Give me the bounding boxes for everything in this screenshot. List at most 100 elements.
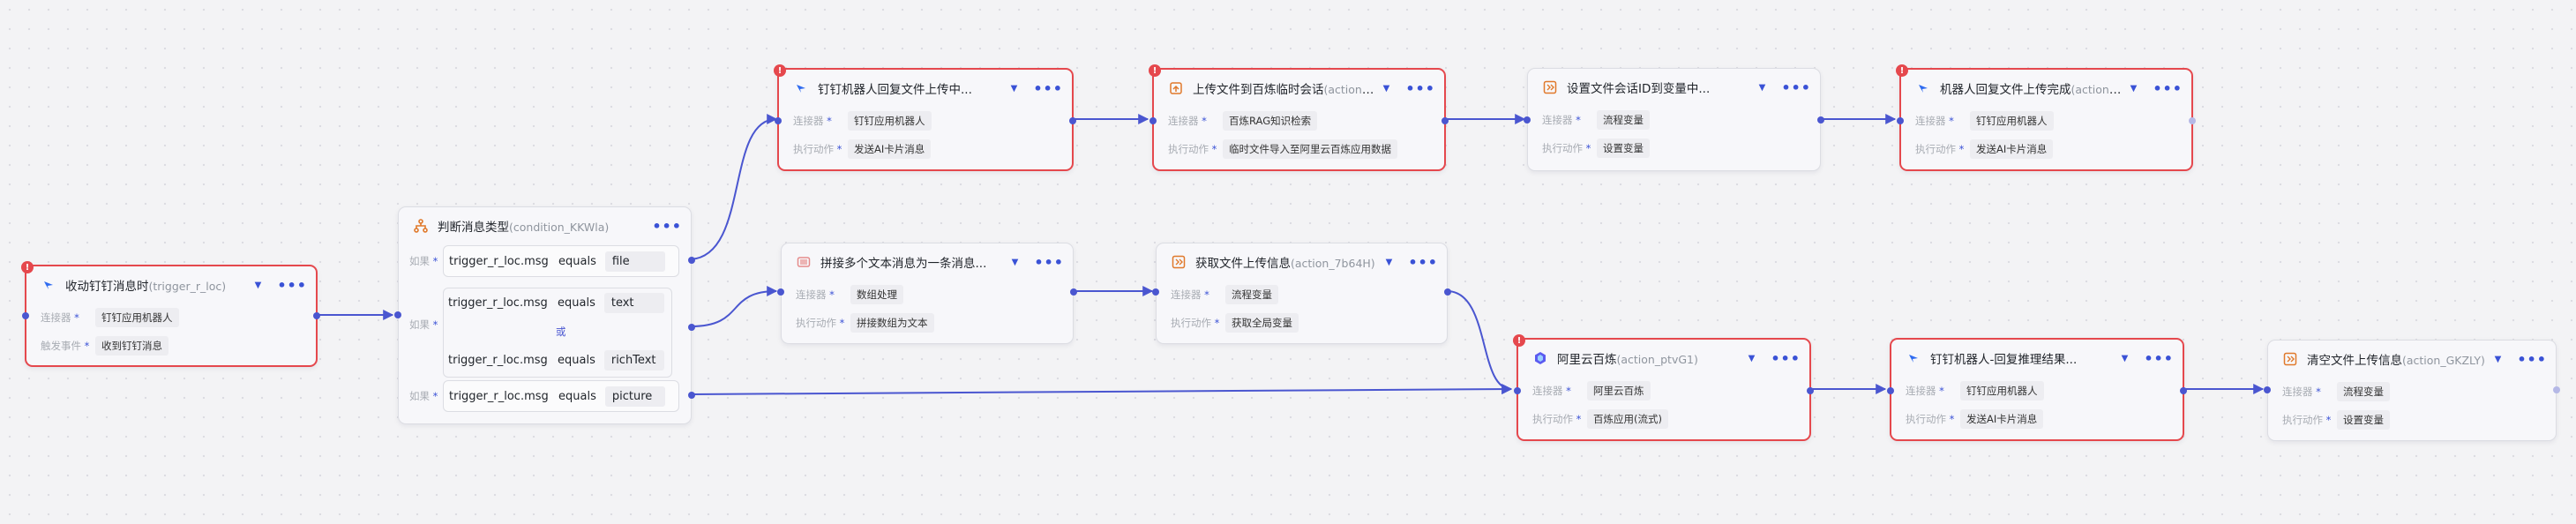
more-icon[interactable]: •••	[1408, 254, 1438, 271]
connector-value[interactable]: 钉钉应用机器人	[1960, 381, 2044, 400]
input-port[interactable]	[22, 312, 29, 319]
output-port[interactable]	[1070, 288, 1077, 296]
connector-value[interactable]: 阿里云百炼	[1587, 381, 1651, 400]
more-icon[interactable]: •••	[277, 277, 307, 294]
row-label: 连接器	[793, 115, 824, 127]
input-port[interactable]	[1897, 117, 1904, 124]
chevron-down-icon[interactable]: ▼	[2122, 354, 2129, 363]
output-port[interactable]	[1442, 117, 1449, 124]
action-value[interactable]: 发送AI卡片消息	[1970, 139, 2054, 159]
node-bot-reply-done[interactable]: ! 机器人回复文件上传完成(action_FxtFz) ▼ ••• 连接器 *钉…	[1896, 64, 2196, 171]
output-port[interactable]	[1807, 387, 1814, 394]
output-port[interactable]	[1444, 288, 1451, 296]
bailian-icon	[1532, 350, 1548, 366]
output-port-text[interactable]	[688, 324, 695, 331]
connector-value[interactable]: 钉钉应用机器人	[1970, 111, 2054, 131]
condition-rule-text[interactable]: trigger_r_loc.msg equals text	[443, 288, 678, 318]
node-id: (condition_KKWla)	[509, 221, 610, 234]
output-port[interactable]	[313, 312, 320, 319]
node-trigger[interactable]: ! 收动钉钉消息时(trigger_r_loc) ▼ ••• 连接器 * 钉钉应用…	[21, 261, 320, 367]
edge-file-reply	[690, 114, 778, 260]
node-title: 阿里云百炼	[1557, 353, 1617, 367]
row-label: 连接器	[1906, 385, 1936, 397]
more-icon[interactable]: •••	[652, 218, 682, 235]
condition-rule-file[interactable]: trigger_r_loc.msg equals file	[443, 245, 679, 277]
more-icon[interactable]: •••	[2144, 350, 2174, 367]
row-label: 执行动作	[1542, 142, 1583, 154]
connector-value[interactable]: 流程变量	[2337, 382, 2390, 401]
chevron-down-icon[interactable]: ▼	[1749, 354, 1756, 363]
node-condition[interactable]: 判断消息类型(condition_KKWla) ••• 如果 * trigger…	[394, 206, 695, 424]
input-port[interactable]	[1887, 387, 1894, 394]
action-value[interactable]: 百炼应用(流式)	[1587, 409, 1668, 429]
row-label: 执行动作	[2282, 414, 2323, 426]
input-port[interactable]	[1514, 387, 1521, 394]
more-icon[interactable]: •••	[1034, 254, 1064, 271]
input-port[interactable]	[1152, 288, 1159, 296]
more-icon[interactable]: •••	[2517, 351, 2547, 368]
node-dd-reply-result[interactable]: 钉钉机器人-回复推理结果... ▼ ••• 连接器 * 钉钉应用机器人 执行动作 …	[1887, 338, 2187, 441]
connector-value[interactable]: 流程变量	[1225, 285, 1278, 304]
chevron-down-icon[interactable]: ▼	[1012, 258, 1019, 267]
condition-rule-picture[interactable]: trigger_r_loc.msg equals picture	[443, 380, 679, 412]
row-label: 连接器	[1168, 115, 1199, 127]
output-port[interactable]	[2553, 386, 2560, 393]
cond-op: equals	[558, 353, 595, 367]
node-get-upload-info[interactable]: 获取文件上传信息(action_7b64H) ▼ ••• 连接器 * 流程变量 执…	[1152, 243, 1451, 344]
output-port[interactable]	[1069, 117, 1076, 124]
or-label: 或	[556, 326, 566, 338]
node-aliyun-bailian[interactable]: ! 阿里云百炼(action_ptvG1) ▼ ••• 连接器 * 阿里云百炼 执…	[1513, 334, 1814, 441]
connector-value[interactable]: 流程变量	[1597, 110, 1650, 130]
action-value[interactable]: 发送AI卡片消息	[848, 139, 932, 159]
output-port-file[interactable]	[688, 257, 695, 264]
chevron-down-icon[interactable]: ▼	[2130, 84, 2138, 94]
action-value[interactable]: 设置变量	[2337, 410, 2390, 430]
more-icon[interactable]: •••	[1033, 80, 1063, 97]
node-title: 收动钉钉消息时	[65, 280, 149, 294]
chevron-down-icon[interactable]: ▼	[1386, 258, 1393, 267]
action-value[interactable]: 拼接数组为文本	[850, 313, 934, 333]
output-port[interactable]	[1817, 116, 1824, 124]
action-value[interactable]: 临时文件导入至阿里云百炼应用数据	[1223, 139, 1397, 159]
chevron-down-icon[interactable]: ▼	[1383, 84, 1390, 94]
node-clear-upload[interactable]: 清空文件上传信息(action_GKZLY) ▼ ••• 连接器 * 流程变量 执…	[2264, 340, 2560, 441]
action-value[interactable]: 设置变量	[1597, 138, 1650, 158]
node-upload-bailian[interactable]: ! 上传文件到百炼临时会话(action_z7wi5) ▼ ••• 连接器 *百…	[1149, 64, 1449, 171]
error-badge-icon: !	[774, 64, 786, 77]
output-port[interactable]	[2189, 117, 2196, 124]
more-icon[interactable]: •••	[1781, 79, 1811, 96]
output-port[interactable]	[2180, 387, 2187, 394]
more-icon[interactable]: •••	[2153, 80, 2183, 97]
more-icon[interactable]: •••	[1771, 350, 1801, 367]
chevron-down-icon[interactable]: ▼	[255, 281, 262, 290]
edge-getinfo-bailian	[1446, 290, 1513, 394]
chevron-down-icon[interactable]: ▼	[2495, 355, 2502, 364]
node-set-session-id[interactable]: 设置文件会话ID到变量中... ▼ ••• 连接器 * 流程变量 执行动作 * 设置…	[1524, 68, 1824, 171]
condition-rule-richtext[interactable]: trigger_r_loc.msg equals richText	[443, 345, 678, 375]
action-value[interactable]: 获取全局变量	[1225, 313, 1299, 333]
cond-op: equals	[558, 389, 596, 403]
if-label: 如果	[409, 318, 430, 331]
output-port-picture[interactable]	[688, 392, 695, 399]
input-port[interactable]	[777, 288, 784, 296]
chevron-down-icon[interactable]: ▼	[1011, 84, 1018, 94]
connector-value[interactable]: 钉钉应用机器人	[95, 308, 179, 327]
connector-value[interactable]: 百炼RAG知识检索	[1223, 111, 1318, 131]
input-port[interactable]	[1524, 116, 1531, 124]
more-icon[interactable]: •••	[1405, 80, 1435, 97]
input-port[interactable]	[2264, 386, 2271, 393]
node-dd-reply-uploading[interactable]: ! 钉钉机器人回复文件上传中... ▼ ••• 连接器 * 钉钉应用机器人 执行动…	[774, 64, 1076, 171]
event-value[interactable]: 收到钉钉消息	[95, 336, 168, 356]
chevron-down-icon[interactable]: ▼	[1759, 83, 1766, 93]
branch-icon	[413, 218, 429, 234]
cond-value: file	[604, 251, 665, 272]
error-badge-icon: !	[1149, 64, 1161, 77]
connector-value[interactable]: 钉钉应用机器人	[848, 111, 932, 131]
action-value[interactable]: 发送AI卡片消息	[1960, 409, 2044, 429]
input-port[interactable]	[1149, 117, 1157, 124]
connector-value[interactable]: 数组处理	[850, 285, 903, 304]
input-port[interactable]	[775, 117, 782, 124]
if-label: 如果	[409, 390, 430, 402]
input-port[interactable]	[394, 311, 401, 318]
node-merge-text[interactable]: 拼接多个文本消息为一条消息... ▼ ••• 连接器 * 数组处理 执行动作 * 拼…	[777, 243, 1077, 344]
